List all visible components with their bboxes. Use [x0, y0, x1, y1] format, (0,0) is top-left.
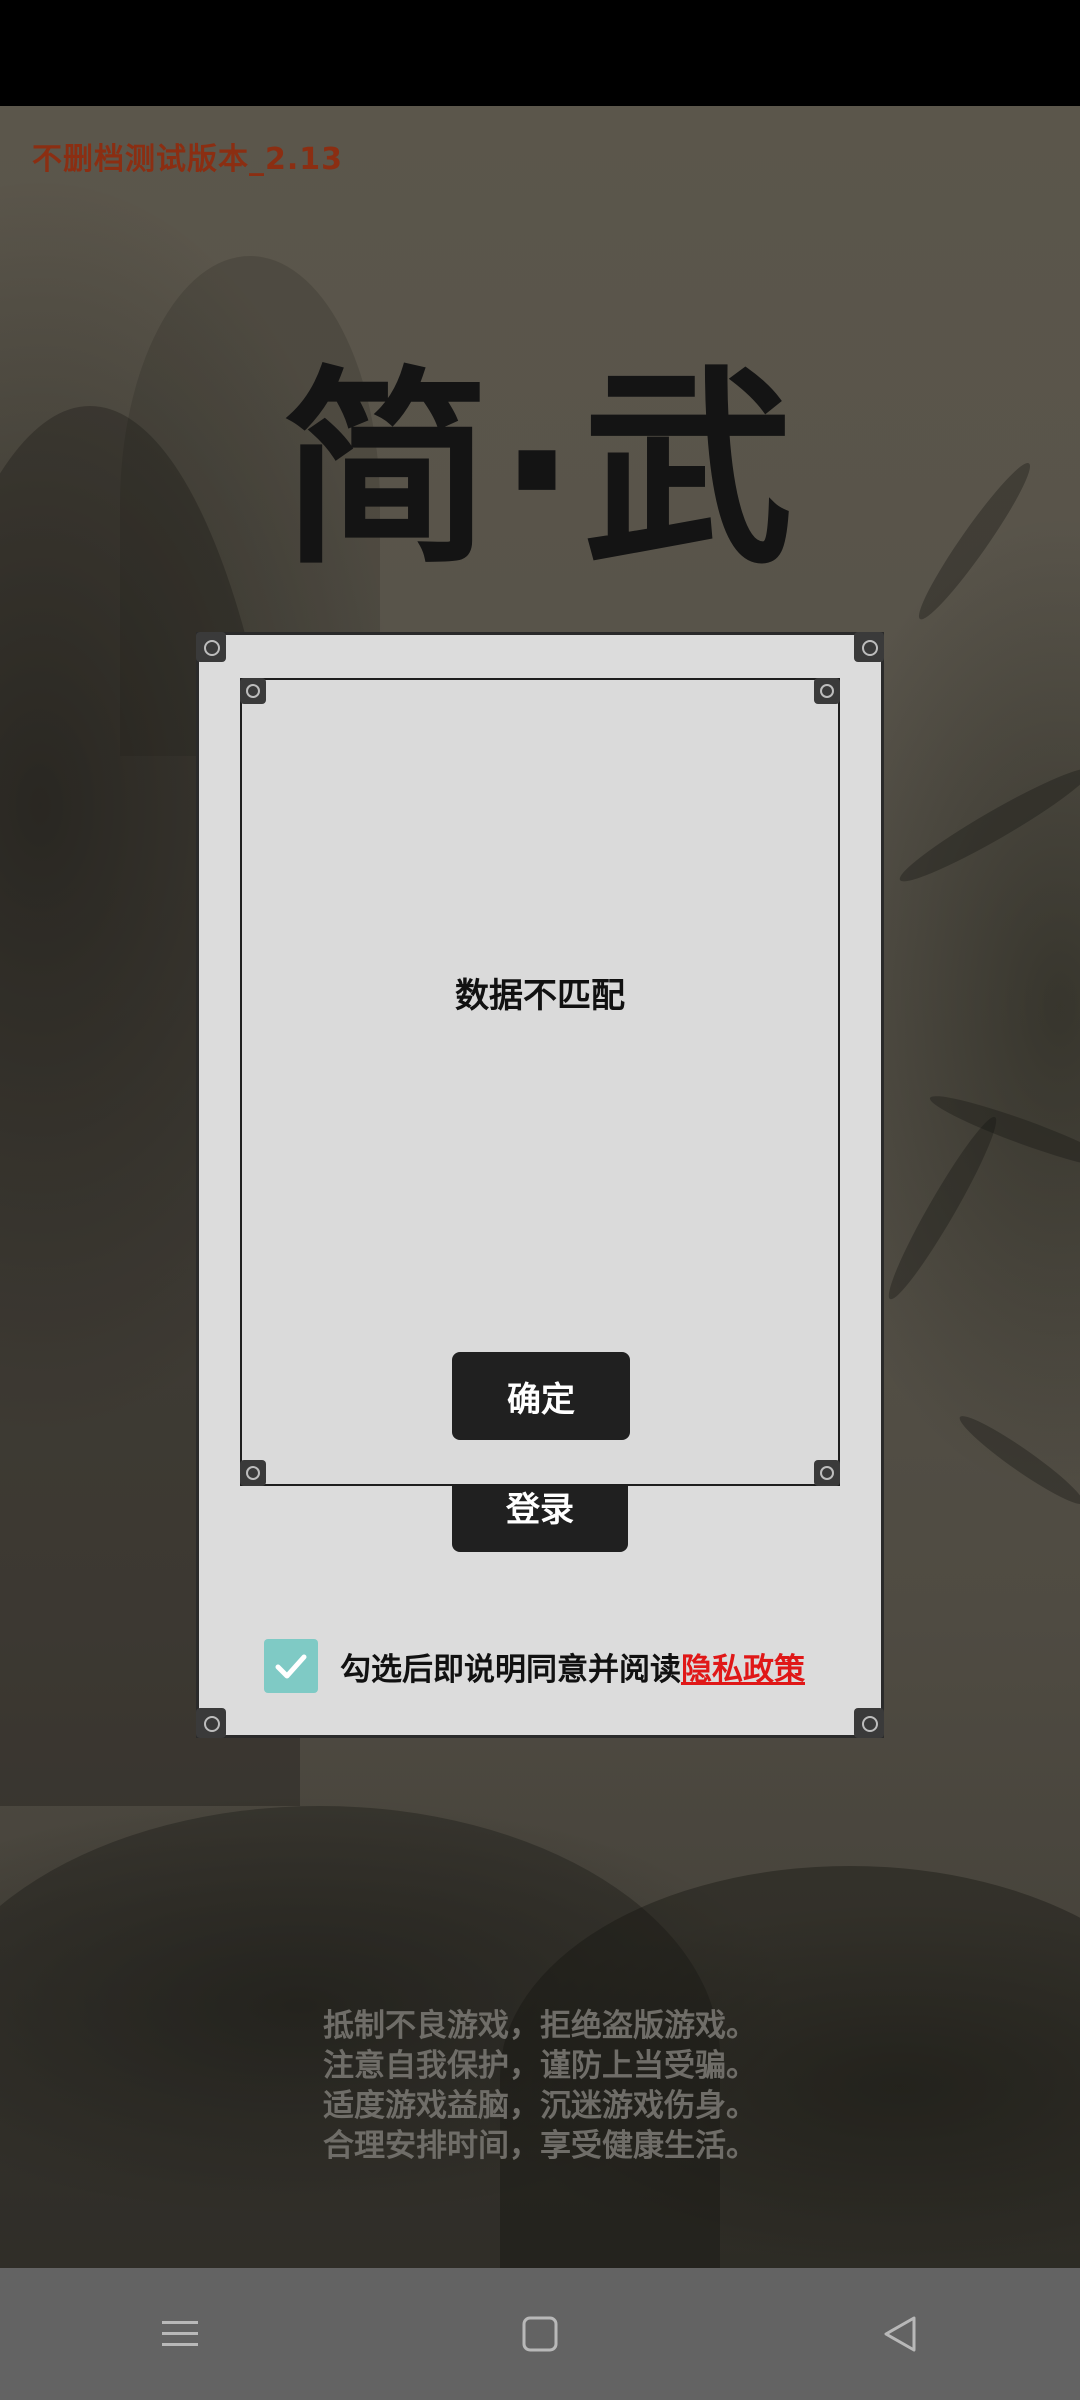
health-notice-line: 适度游戏益脑，沉迷游戏伤身。	[323, 2088, 757, 2124]
agree-checkbox[interactable]	[264, 1639, 318, 1693]
confirm-button[interactable]: 确定	[452, 1352, 630, 1440]
back-icon	[884, 2316, 916, 2352]
bamboo-leaf-decoration	[878, 1110, 1007, 1306]
home-button[interactable]	[490, 2284, 590, 2384]
dialog-message: 数据不匹配	[455, 976, 625, 1016]
agree-text: 勾选后即说明同意并阅读	[340, 1651, 681, 1688]
corner-ornament-icon	[240, 1460, 266, 1486]
screen: 不删档测试版本_2.13 简·武 登录 勾选后即说明同意并阅读 隐私政策 数据不…	[0, 0, 1080, 2400]
corner-ornament-icon	[854, 1708, 884, 1738]
menu-button[interactable]	[130, 2284, 230, 2384]
bamboo-leaf-decoration	[893, 757, 1080, 893]
system-nav-bar	[0, 2268, 1080, 2400]
corner-ornament-icon	[196, 632, 226, 662]
home-icon	[522, 2316, 558, 2352]
corner-ornament-icon	[196, 1708, 226, 1738]
bamboo-leaf-decoration	[953, 1407, 1080, 1513]
privacy-policy-link[interactable]: 隐私政策	[681, 1644, 805, 1689]
menu-icon	[162, 2321, 198, 2346]
health-notice: 抵制不良游戏，拒绝盗版游戏。 注意自我保护，谨防上当受骗。 适度游戏益脑，沉迷游…	[0, 2006, 1080, 2166]
privacy-agreement-row: 勾选后即说明同意并阅读 隐私政策	[264, 1638, 805, 1694]
corner-ornament-icon	[240, 678, 266, 704]
error-dialog: 数据不匹配 确定	[240, 678, 840, 1486]
health-notice-line: 注意自我保护，谨防上当受骗。	[323, 2048, 757, 2084]
checkmark-icon	[275, 1654, 307, 1679]
version-label: 不删档测试版本_2.13	[32, 142, 344, 177]
status-bar	[0, 0, 1080, 106]
bamboo-leaf-decoration	[925, 1086, 1080, 1178]
health-notice-line: 合理安排时间，享受健康生活。	[323, 2128, 757, 2164]
corner-ornament-icon	[814, 1460, 840, 1486]
back-button[interactable]	[850, 2284, 950, 2384]
health-notice-line: 抵制不良游戏，拒绝盗版游戏。	[323, 2008, 757, 2044]
corner-ornament-icon	[854, 632, 884, 662]
game-title: 简·武	[281, 348, 799, 593]
corner-ornament-icon	[814, 678, 840, 704]
